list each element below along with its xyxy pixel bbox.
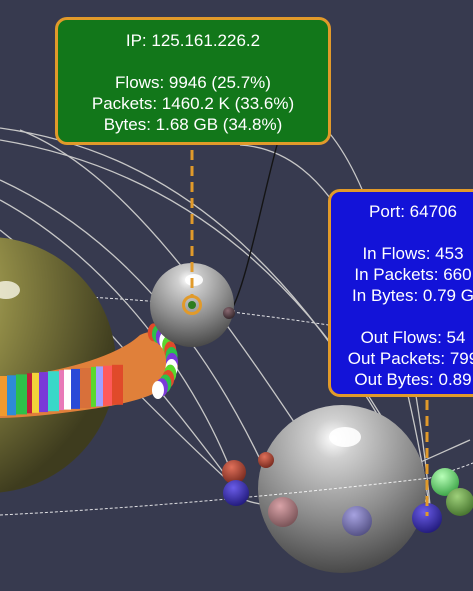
ring-band (151, 380, 164, 399)
ring-band (39, 372, 48, 413)
selected-port-node[interactable] (412, 503, 442, 533)
ip-address: IP: 125.161.226.2 (125, 31, 261, 50)
ring-band (0, 376, 7, 416)
ip-flows: Flows: 9946 (25.7%) (115, 73, 271, 92)
port-node-lavender[interactable] (342, 506, 372, 536)
ring-band (71, 368, 80, 409)
ring-band (64, 369, 71, 410)
small-node[interactable] (223, 307, 235, 319)
ring-band (16, 374, 27, 415)
ip-bytes: Bytes: 1.68 GB (34.8%) (103, 115, 283, 134)
port-node-red-2[interactable] (258, 452, 274, 468)
ip-packets: Packets: 1460.2 K (33.6%) (91, 94, 295, 113)
ring-band (96, 366, 103, 407)
ip-tooltip: IP: 125.161.226.2 Flows: 9946 (25.7%) Pa… (55, 17, 331, 145)
port-out-packets: Out Packets: 799 (347, 349, 473, 368)
port-in-flows: In Flows: 453 (362, 244, 464, 263)
port-tooltip: Port: 64706 In Flows: 453 In Packets: 66… (328, 189, 473, 397)
port-node-pink[interactable] (268, 497, 298, 527)
port-out-flows: Out Flows: 54 (360, 328, 466, 347)
port-in-packets: In Packets: 660 (354, 265, 472, 284)
ring-band (27, 373, 32, 414)
ring-band (32, 372, 39, 413)
port-in-bytes: In Bytes: 0.79 G (352, 286, 473, 305)
ring-band (80, 368, 91, 408)
ring-band (59, 370, 64, 411)
port-out-bytes: Out Bytes: 0.89 (354, 370, 472, 389)
ring-band (91, 366, 96, 407)
port-node-olive[interactable] (446, 488, 473, 516)
ring-band (48, 371, 59, 412)
port-number: Port: 64706 (369, 202, 457, 221)
selected-ip-node[interactable] (188, 301, 196, 309)
ring-band (103, 365, 112, 406)
dark-arc (229, 144, 278, 313)
ring-band (112, 364, 123, 405)
ring-band (7, 375, 16, 416)
port-node-blue[interactable] (223, 480, 249, 506)
network-graph-canvas[interactable]: IP: 125.161.226.2 Flows: 9946 (25.7%) Pa… (0, 0, 473, 591)
host-sphere-large[interactable] (258, 405, 426, 573)
